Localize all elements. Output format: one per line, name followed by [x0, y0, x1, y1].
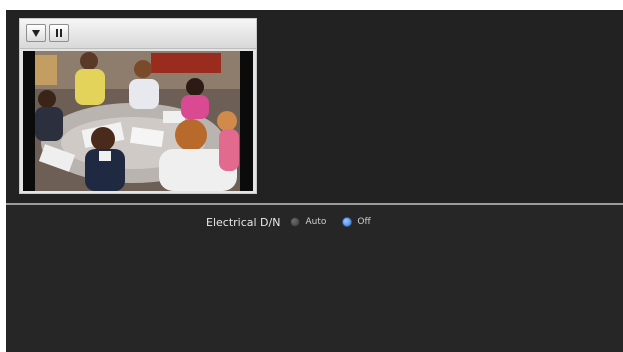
pause-icon: [56, 29, 62, 37]
pause-button[interactable]: [49, 24, 69, 42]
radio-off[interactable]: [342, 217, 353, 227]
electrical-dn-label: Electrical D/N: [206, 215, 281, 229]
preview-panel: [6, 10, 623, 203]
viewer-menu-button[interactable]: [26, 24, 46, 42]
camera-settings-app: Electrical D/N Auto Off: [6, 10, 623, 352]
settings-panel: Electrical D/N Auto Off: [6, 205, 623, 352]
electrical-dn-auto-option[interactable]: Auto: [290, 217, 326, 227]
viewer-toolbar: [20, 19, 256, 49]
radio-auto-label: Auto: [305, 217, 327, 227]
radio-auto[interactable]: [290, 217, 301, 227]
electrical-dn-off-option[interactable]: Off: [342, 217, 371, 227]
triangle-down-icon: [32, 30, 40, 37]
classroom-video-picture: [23, 51, 253, 191]
live-video-image: [23, 51, 253, 191]
radio-off-label: Off: [357, 217, 371, 227]
electrical-dn-row: Electrical D/N Auto Off: [206, 214, 387, 230]
live-viewer: [19, 18, 257, 194]
